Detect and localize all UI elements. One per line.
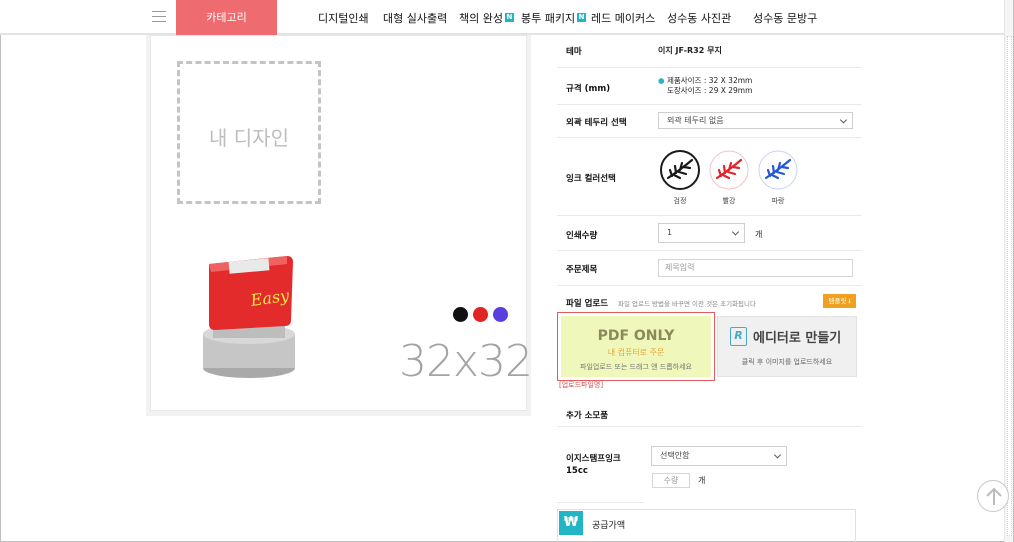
vertical-scrollbar[interactable] <box>1004 0 1013 542</box>
option-row-quantity: 인쇄수량 1 개 <box>557 216 862 251</box>
theme-value: 이지 JF-R32 무지 <box>658 46 722 55</box>
design-placeholder: 내 디자인 <box>209 126 289 150</box>
chevron-down-icon <box>773 451 782 459</box>
menu-icon[interactable] <box>152 11 166 23</box>
upload-header: 파일 업로드 파일 업로드 방법을 바꾸면 이전 것은 초기화됩니다 템플릿 ⭳ <box>557 286 862 310</box>
nav-red-makers[interactable]: 레드 메이커스 <box>591 10 655 26</box>
quantity-label: 인쇄수량 <box>566 231 598 241</box>
nav-photo-studio[interactable]: 성수동 사진관 <box>667 10 731 26</box>
border-label: 외곽 테두리 선택 <box>566 118 627 128</box>
upload-note: 파일 업로드 방법을 바꾸면 이전 것은 초기화됩니다 <box>618 300 756 308</box>
editor-upload-button[interactable]: R 에디터로 만들기 클릭 후 이미지를 업로드하세요 <box>717 316 857 377</box>
leaf-icon <box>709 150 749 190</box>
product-size: 제품사이즈 : 32 X 32mm <box>666 76 753 85</box>
option-row-ink: 잉크 컬러선택 검정 빨강 파랑 <box>557 138 862 216</box>
nav-digital-print[interactable]: 디지털인쇄 <box>318 10 369 26</box>
ink-swatch-blue[interactable] <box>758 150 798 194</box>
supply-price-box: ₩ 공급가액 <box>557 509 856 542</box>
ink-refill-label: 이지스탬프잉크 15cc <box>566 454 621 476</box>
pdf-upload-area[interactable]: PDF ONLY 내 컴퓨터로 주문 파일업로드 또는 드래그 앤 드롭하세요 <box>557 312 715 381</box>
extras-section: 추가 소모품 <box>557 400 862 427</box>
ink-refill-select[interactable]: 선택안함 <box>651 446 787 466</box>
ink-name-blue: 파랑 <box>771 197 785 205</box>
order-title-input[interactable]: 제목입력 <box>658 259 853 277</box>
ink-swatch-red[interactable] <box>709 150 749 194</box>
leaf-icon <box>660 150 700 190</box>
new-badge: N <box>577 13 587 22</box>
won-icon: ₩ <box>559 511 583 535</box>
ink-label: 잉크 컬러선택 <box>566 174 616 184</box>
pdf-sub: 내 컴퓨터로 주문 <box>607 348 665 357</box>
size-label: 32x32 <box>399 336 533 387</box>
theme-label: 테마 <box>566 47 582 57</box>
option-row-border: 외곽 테두리 선택 외곽 테두리 없음 <box>557 105 862 138</box>
pdf-hint: 파일업로드 또는 드래그 앤 드롭하세요 <box>580 363 692 371</box>
pdf-dropzone[interactable]: PDF ONLY 내 컴퓨터로 주문 파일업로드 또는 드래그 앤 드롭하세요 <box>561 316 711 377</box>
leaf-icon <box>758 150 798 190</box>
category-button[interactable]: 카테고리 <box>176 0 277 35</box>
bullet-icon: ● <box>658 76 665 85</box>
ink-dot-red <box>473 307 488 322</box>
stamp-image: Easy <box>203 256 295 378</box>
scrollbar-thumb[interactable] <box>1007 36 1012 536</box>
ink-dot-purple <box>493 307 508 322</box>
ink-refill-unit: 개 <box>698 476 706 485</box>
quantity-unit: 개 <box>755 230 763 239</box>
border-select[interactable]: 외곽 테두리 없음 <box>658 112 853 129</box>
option-row-spec: 규격 (mm) ● 제품사이즈 : 32 X 32mm 도장사이즈 : 29 X… <box>557 68 862 105</box>
extras-label: 추가 소모품 <box>566 411 609 421</box>
editor-r-icon: R <box>730 327 747 346</box>
new-badge: N <box>504 13 514 22</box>
ink-dot-black <box>453 307 468 322</box>
design-area: 내 디자인 <box>177 61 321 204</box>
ink-swatch-black[interactable] <box>660 150 700 194</box>
template-button[interactable]: 템플릿 ⭳ <box>823 294 856 308</box>
spec-label: 규격 (mm) <box>566 84 611 94</box>
option-row-order-title: 주문제목 제목입력 <box>557 251 862 286</box>
stamp-size: 도장사이즈 : 29 X 29mm <box>667 86 753 95</box>
ink-name-red: 빨강 <box>722 197 736 205</box>
pdf-only-title: PDF ONLY <box>597 328 675 344</box>
scroll-top-button[interactable] <box>977 480 1009 512</box>
ink-refill-label-cell: 이지스탬프잉크 15cc <box>557 437 644 503</box>
nav-book[interactable]: 책의 완성 N <box>459 10 514 26</box>
editor-title: 에디터로 만들기 <box>753 331 842 346</box>
upload-filename: [업로드파일명] <box>559 381 604 389</box>
chevron-down-icon <box>731 228 740 236</box>
chevron-down-icon <box>839 115 848 124</box>
editor-hint: 클릭 후 이미지를 업로드하세요 <box>741 358 833 366</box>
preview-canvas: 내 디자인 Easy 32x32 <box>150 35 533 411</box>
spec-values: ● 제품사이즈 : 32 X 32mm 도장사이즈 : 29 X 29mm <box>658 76 752 96</box>
nav-large-print[interactable]: 대형 실사출력 <box>383 10 447 26</box>
upload-label: 파일 업로드 <box>566 299 609 309</box>
ink-name-black: 검정 <box>673 197 687 205</box>
arrow-up-icon <box>986 487 1002 505</box>
product-preview: 내 디자인 Easy 32x32 <box>146 35 533 416</box>
quantity-select[interactable]: 1 <box>658 223 745 243</box>
ink-refill-qty-input[interactable]: 수량 <box>652 473 690 488</box>
nav-envelope-package[interactable]: 봉투 패키지 N <box>521 10 587 26</box>
order-title-label: 주문제목 <box>566 265 598 275</box>
top-navigation: 카테고리 디지털인쇄 대형 실사출력 책의 완성 N 봉투 패키지 N 레드 메이커… <box>0 0 1004 35</box>
supply-label: 공급가액 <box>592 521 626 531</box>
nav-stationery[interactable]: 성수동 문방구 <box>753 10 817 26</box>
option-row-theme: 테마 이지 JF-R32 무지 <box>557 35 862 68</box>
